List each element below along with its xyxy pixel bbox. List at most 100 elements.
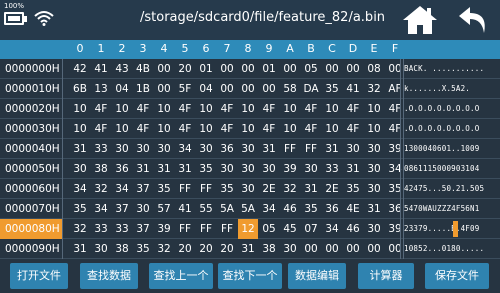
byte-cell[interactable]: 5A [238, 199, 258, 219]
byte-cell[interactable]: 30 [133, 139, 153, 159]
find-previous-button[interactable]: 查找上一个 [149, 263, 213, 289]
byte-cell[interactable]: 30 [91, 239, 111, 259]
byte-cell[interactable]: 4F [175, 99, 195, 119]
byte-cell[interactable]: 39 [385, 139, 405, 159]
byte-cell[interactable]: 39 [280, 159, 300, 179]
row-address[interactable]: 0000090H [0, 239, 62, 259]
byte-cell[interactable]: 05 [301, 59, 321, 79]
row-address[interactable]: 0000050H [0, 159, 62, 179]
byte-cell[interactable]: 46 [280, 199, 300, 219]
byte-cell[interactable]: 30 [364, 139, 384, 159]
byte-cell[interactable]: 04 [196, 79, 216, 99]
byte-cell[interactable]: 4F [133, 119, 153, 139]
row-address[interactable]: 0000040H [0, 139, 62, 159]
byte-cell[interactable]: 58 [280, 79, 300, 99]
byte-cell[interactable]: 00 [238, 59, 258, 79]
byte-cell[interactable]: 30 [238, 139, 258, 159]
byte-cell[interactable]: 20 [217, 239, 237, 259]
byte-cell[interactable]: 4F [217, 99, 237, 119]
byte-cell[interactable]: 36 [385, 199, 405, 219]
byte-cell[interactable]: 00 [217, 79, 237, 99]
byte-cell[interactable]: 32 [364, 79, 384, 99]
byte-cell[interactable]: 13 [91, 79, 111, 99]
byte-cell[interactable]: 30 [154, 139, 174, 159]
byte-cell[interactable]: 32 [154, 239, 174, 259]
byte-cell[interactable]: 30 [133, 199, 153, 219]
byte-cell[interactable]: 4E [343, 199, 363, 219]
byte-cell[interactable]: 31 [175, 159, 195, 179]
byte-cell[interactable]: 35 [301, 199, 321, 219]
byte-cell[interactable]: 4F [91, 99, 111, 119]
byte-cell[interactable]: 10 [112, 119, 132, 139]
home-icon[interactable] [402, 5, 438, 35]
row-address[interactable]: 0000020H [0, 99, 62, 119]
byte-cell[interactable]: 10 [322, 119, 342, 139]
byte-cell[interactable]: 04 [112, 79, 132, 99]
byte-cell[interactable]: 30 [364, 179, 384, 199]
byte-cell[interactable]: 33 [91, 219, 111, 239]
byte-cell[interactable]: 05 [259, 219, 279, 239]
byte-cell[interactable]: 20 [196, 239, 216, 259]
byte-cell[interactable]: 34 [259, 199, 279, 219]
byte-cell[interactable]: 5F [175, 79, 195, 99]
byte-cell[interactable]: 10 [322, 99, 342, 119]
byte-cell[interactable]: 35 [133, 239, 153, 259]
byte-cell[interactable]: 36 [217, 139, 237, 159]
byte-cell[interactable]: 35 [343, 179, 363, 199]
row-address[interactable]: 0000060H [0, 179, 62, 199]
byte-cell[interactable]: 10 [196, 99, 216, 119]
byte-cell[interactable]: 2E [322, 179, 342, 199]
byte-cell[interactable]: 10 [364, 119, 384, 139]
byte-cell[interactable]: 4B [133, 59, 153, 79]
byte-cell[interactable]: 39 [154, 219, 174, 239]
byte-cell[interactable]: 4F [385, 119, 405, 139]
byte-cell[interactable]: FF [175, 219, 195, 239]
find-data-button[interactable]: 查找数据 [80, 263, 138, 289]
byte-cell[interactable]: 30 [259, 159, 279, 179]
ascii-preview[interactable]: 5470WAUZZZ4F56N1 [404, 199, 500, 219]
byte-cell[interactable]: 46 [343, 219, 363, 239]
byte-cell[interactable]: 31 [301, 179, 321, 199]
byte-cell[interactable]: 32 [70, 219, 90, 239]
byte-cell[interactable]: 5A [217, 199, 237, 219]
byte-cell[interactable]: 37 [133, 219, 153, 239]
ascii-preview[interactable]: 0861115000903104 [404, 159, 500, 179]
byte-cell[interactable]: 30 [343, 139, 363, 159]
ascii-preview[interactable]: 1300040601..1009 [404, 139, 500, 159]
byte-cell[interactable]: 00 [154, 59, 174, 79]
byte-cell[interactable]: 30 [112, 139, 132, 159]
byte-cell[interactable]: 01 [196, 59, 216, 79]
byte-cell[interactable]: FF [301, 139, 321, 159]
byte-cell[interactable]: FF [175, 179, 195, 199]
byte-cell[interactable]: FF [217, 219, 237, 239]
byte-cell[interactable]: 34 [385, 159, 405, 179]
selected-byte-cell[interactable]: 12 [238, 219, 258, 239]
byte-cell[interactable]: 36 [322, 199, 342, 219]
byte-cell[interactable]: 4F [175, 119, 195, 139]
row-address[interactable]: 0000030H [0, 119, 62, 139]
byte-cell[interactable]: 10 [154, 99, 174, 119]
byte-cell[interactable]: 35 [385, 179, 405, 199]
byte-cell[interactable]: 31 [154, 159, 174, 179]
byte-cell[interactable]: DA [301, 79, 321, 99]
byte-cell[interactable]: 20 [175, 59, 195, 79]
data-edit-button[interactable]: 数据编辑 [288, 263, 346, 289]
byte-cell[interactable]: 41 [91, 59, 111, 79]
byte-cell[interactable]: 33 [322, 159, 342, 179]
byte-cell[interactable]: 00 [259, 79, 279, 99]
byte-cell[interactable]: 34 [91, 199, 111, 219]
byte-cell[interactable]: 30 [238, 179, 258, 199]
ascii-preview[interactable]: .O.O.O.O.O.O.O.O [404, 119, 500, 139]
byte-cell[interactable]: 00 [238, 79, 258, 99]
byte-cell[interactable]: 00 [343, 239, 363, 259]
byte-cell[interactable]: FF [280, 139, 300, 159]
byte-cell[interactable]: 30 [280, 239, 300, 259]
find-next-button[interactable]: 查找下一个 [218, 263, 282, 289]
row-address[interactable]: 0000010H [0, 79, 62, 99]
row-address[interactable]: 0000070H [0, 199, 62, 219]
byte-cell[interactable]: 10 [280, 99, 300, 119]
ascii-preview[interactable]: .O.O.O.O.O.O.O.O [404, 99, 500, 119]
byte-cell[interactable]: 30 [196, 139, 216, 159]
byte-cell[interactable]: 4F [133, 99, 153, 119]
byte-cell[interactable]: 07 [301, 219, 321, 239]
